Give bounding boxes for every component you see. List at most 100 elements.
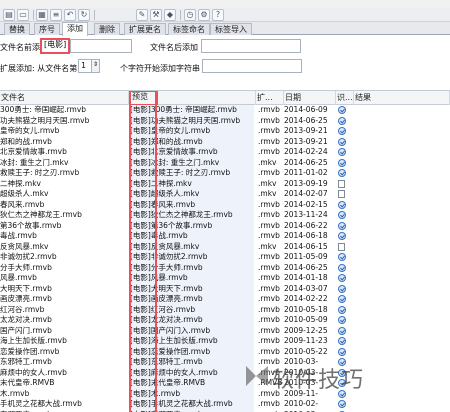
column-preview[interactable]: 预览 bbox=[129, 91, 158, 106]
file-row[interactable]: 分手大师.rmvb [电影]分手大师.rmvb .rmvb 2014-06-25 bbox=[0, 262, 450, 273]
save-icon[interactable]: ▤ bbox=[3, 9, 15, 21]
file-name-cell: 海上生加长版.rmvb bbox=[0, 336, 67, 345]
extension-cell: .rmvb bbox=[258, 199, 280, 209]
extension-cell: .rmvb bbox=[258, 115, 280, 125]
extension-cell: .rmvb bbox=[258, 252, 280, 261]
suffix-input[interactable] bbox=[201, 39, 301, 53]
check-icon bbox=[338, 106, 346, 114]
file-name-cell: 木.rmvb bbox=[0, 388, 30, 398]
file-row[interactable]: 二神探.mkv [电影]二神探.mkv .mkv 2013-09-19 bbox=[0, 178, 450, 189]
refresh-icon[interactable]: ↻ bbox=[78, 9, 90, 21]
file-row[interactable]: 手机灵之花都大战.rmvb [电影]手机灵之花都大战.rmvb .rmvb 2010-… bbox=[0, 399, 450, 410]
clock-icon[interactable]: ◷ bbox=[184, 9, 196, 21]
file-row[interactable]: 反贪风暴.mkv [电影]反贪风暴.mkv .mkv 2014-06-15 bbox=[0, 241, 450, 252]
file-row[interactable]: 木.rmvb [电影]木.rmvb .rmvb 2009-11- bbox=[0, 388, 450, 399]
date-cell: 2014-02-22 bbox=[284, 294, 328, 303]
file-name-cell: 麻烦中的女人.rmvb bbox=[0, 367, 67, 377]
date-cell: 2009-12-25 bbox=[284, 325, 328, 335]
extension-cell: .rmvb bbox=[258, 336, 280, 345]
status-cell bbox=[338, 294, 352, 305]
status-cell bbox=[338, 252, 352, 263]
check-icon bbox=[338, 253, 346, 261]
tab-bar: 替换 序号 添加 删除 扩展更名 标签命名 标签导入 bbox=[0, 22, 450, 36]
check-icon bbox=[338, 263, 346, 272]
file-row[interactable]: 大明天下.rmvb [电影]大明天下.rmvb .rmvb 2014-03-07 bbox=[0, 283, 450, 294]
column-extension[interactable]: 扩... bbox=[256, 91, 284, 105]
pencil-icon[interactable]: ✎ bbox=[136, 9, 148, 21]
date-cell: 2009-11-23 bbox=[284, 336, 328, 345]
tab-add[interactable]: 添加 bbox=[62, 22, 88, 36]
tag-icon[interactable]: ◆ bbox=[164, 9, 176, 21]
prefix-input[interactable]: [电影] bbox=[40, 38, 70, 54]
file-row[interactable]: 第36个故事.rmvb [电影]第36个故事.rmvb .rmvb 2014-06-2… bbox=[0, 220, 450, 231]
file-row[interactable]: 红河谷.rmvb [电影]红河谷.rmvb .rmvb 2010-05-18 bbox=[0, 304, 450, 315]
file-row[interactable]: 太龙对决.rmvb [电影]太龙对决.rmvb .rmvb 2010-05-09 bbox=[0, 315, 450, 326]
file-row[interactable]: 恋爱操作团.rmvb [电影]恋爱操作团.rmvb .rmvb 2010-05-22 bbox=[0, 346, 450, 357]
preview-cell: [电影]非诚勿扰2.rmvb bbox=[130, 252, 254, 263]
file-row[interactable]: 功夫熊猫之明月天国.rmvb [电影]功夫熊猫之明月天国.rmvb .rmvb 201… bbox=[0, 115, 450, 126]
column-date[interactable]: 日期 bbox=[284, 91, 336, 105]
file-name-cell: 救赎王子: 时之刃.rmvb bbox=[0, 168, 80, 177]
position-value: 1 bbox=[81, 61, 87, 70]
date-cell: 2010-05-09 bbox=[284, 315, 328, 324]
file-row[interactable]: 冰封: 重生之门.mkv [电影]冰封: 重生之门.mkv .mkv 2014-06-… bbox=[0, 157, 450, 168]
help-icon[interactable]: ? bbox=[212, 9, 224, 21]
suffix-label: 文件名后添加 bbox=[150, 43, 198, 52]
column-filename[interactable]: 文件名 bbox=[0, 91, 129, 105]
wrench-icon[interactable]: ⚒ bbox=[150, 9, 162, 21]
file-row[interactable]: 风暴.rmvb [电影]风暴.rmvb .rmvb 2014-01-18 bbox=[0, 273, 450, 284]
preview-cell: [电影]麻烦中的女人.rmvb bbox=[130, 367, 254, 378]
undo-icon[interactable]: ↶ bbox=[64, 9, 76, 21]
settings-icon[interactable]: ⚙ bbox=[198, 9, 210, 21]
file-row[interactable]: 救赎王子: 时之刃.rmvb [电影]救赎王子: 时之刃.rmvb .rmvb 201… bbox=[0, 168, 450, 179]
file-row[interactable]: 毒战.rmvb [电影]毒战.rmvb .rmvb 2014-06-18 bbox=[0, 231, 450, 242]
file-row[interactable]: 春风来.rmvb [电影]春风来.rmvb .rmvb 2014-02-15 bbox=[0, 199, 450, 210]
extension-cell: .rmvb bbox=[258, 325, 280, 335]
position-spinner[interactable]: 1 ⇕ bbox=[78, 59, 100, 73]
tab-extension[interactable]: 扩展更名 bbox=[124, 23, 166, 35]
file-row[interactable]: 末代皇帝.RMVB [电影]末代皇帝.RMVB .RMVB 2010-03- bbox=[0, 378, 450, 389]
file-list: 文件名 预览 扩... 日期 识... 结果 300勇士: 帝国崛起.rmvb [… bbox=[0, 90, 450, 412]
date-cell: 2014-06-22 bbox=[284, 220, 328, 230]
tab-delete[interactable]: 删除 bbox=[94, 23, 120, 35]
file-row[interactable]: 300勇士: 帝国崛起.rmvb [电影]300勇士: 帝国崛起.rmvb .rmv… bbox=[0, 105, 450, 116]
grid-icon[interactable]: ▦ bbox=[36, 9, 48, 21]
file-row[interactable]: 皇帝的女儿.rmvb [电影]皇帝的女儿.rmvb .rmvb 2013-09-21 bbox=[0, 126, 450, 137]
file-row[interactable]: 海上生加长版.rmvb [电影]海上生加长版.rmvb .rmvb 2009-11-2… bbox=[0, 336, 450, 347]
file-row[interactable]: 狄仁杰之神都龙王.rmvb [电影]狄仁杰之神都龙王.rmvb .rmvb 2013-… bbox=[0, 210, 450, 221]
date-cell: 2014-06-25 bbox=[284, 115, 328, 125]
date-cell: 2013-09-19 bbox=[284, 178, 328, 188]
extension-string-input[interactable] bbox=[202, 59, 302, 73]
document-icon bbox=[338, 242, 345, 251]
file-row[interactable]: 北京爱情故事.rmvb [电影]北京爱情故事.rmvb .rmvb 2014-02-2… bbox=[0, 147, 450, 158]
extension-cell: .rmvb bbox=[258, 399, 280, 408]
file-row[interactable]: 郑和的战.rmvb [电影]郑和的战.rmvb .rmvb 2013-09-21 bbox=[0, 136, 450, 147]
tab-replace[interactable]: 替换 bbox=[4, 23, 30, 35]
preview-cell: [电影]画皮漂亮.rmvb bbox=[130, 294, 254, 305]
file-row[interactable]: 超级杀人.mkv [电影]超级杀人.mkv .mkv 2014-02-07 bbox=[0, 189, 450, 200]
folder-icon[interactable]: ▭ bbox=[17, 9, 29, 21]
preview-cell: [电影]300勇士: 帝国崛起.rmvb bbox=[130, 105, 254, 116]
status-cell bbox=[338, 326, 352, 337]
list-icon[interactable]: ≡ bbox=[50, 9, 62, 21]
extension-cell: .rmvb bbox=[258, 210, 280, 219]
file-row[interactable]: 东邪特工.rmvb [电影]东邪特工.rmvb .rmvb 2010-03- bbox=[0, 357, 450, 368]
preview-cell: [电影]狄仁杰之神都龙王.rmvb bbox=[130, 210, 254, 221]
file-row[interactable]: 画皮漂亮.rmvb [电影]画皮漂亮.rmvb .rmvb 2014-02-22 bbox=[0, 294, 450, 305]
file-name-cell: 画皮漂亮.rmvb bbox=[0, 294, 52, 303]
tab-sequence[interactable]: 序号 bbox=[34, 23, 60, 35]
prefix-input-extension[interactable] bbox=[70, 39, 132, 53]
file-row[interactable]: 麻烦中的女人.rmvb [电影]麻烦中的女人.rmvb .rmvb 2010-03- bbox=[0, 367, 450, 378]
file-name-cell: 春风来.rmvb bbox=[0, 199, 45, 209]
column-id[interactable]: 识... bbox=[336, 91, 354, 105]
tab-tag-name[interactable]: 标签命名 bbox=[168, 23, 210, 35]
file-row[interactable]: 国产闪门.rmvb [电影]国产闪门入.rmvb .rmvb 2009-12-25 bbox=[0, 325, 450, 337]
tab-tag-import[interactable]: 标签导入 bbox=[210, 23, 252, 35]
column-result[interactable]: 结果 bbox=[354, 91, 450, 105]
extension-cell: .rmvb bbox=[258, 283, 280, 293]
watermark-text: 软件技巧 bbox=[272, 368, 365, 393]
date-cell: 2013-09-21 bbox=[284, 126, 328, 135]
spinner-arrows-icon[interactable]: ⇕ bbox=[91, 60, 99, 72]
check-icon bbox=[338, 274, 346, 282]
file-row[interactable]: 非诚勿扰2.rmvb [电影]非诚勿扰2.rmvb .rmvb 2011-05-09 bbox=[0, 252, 450, 263]
